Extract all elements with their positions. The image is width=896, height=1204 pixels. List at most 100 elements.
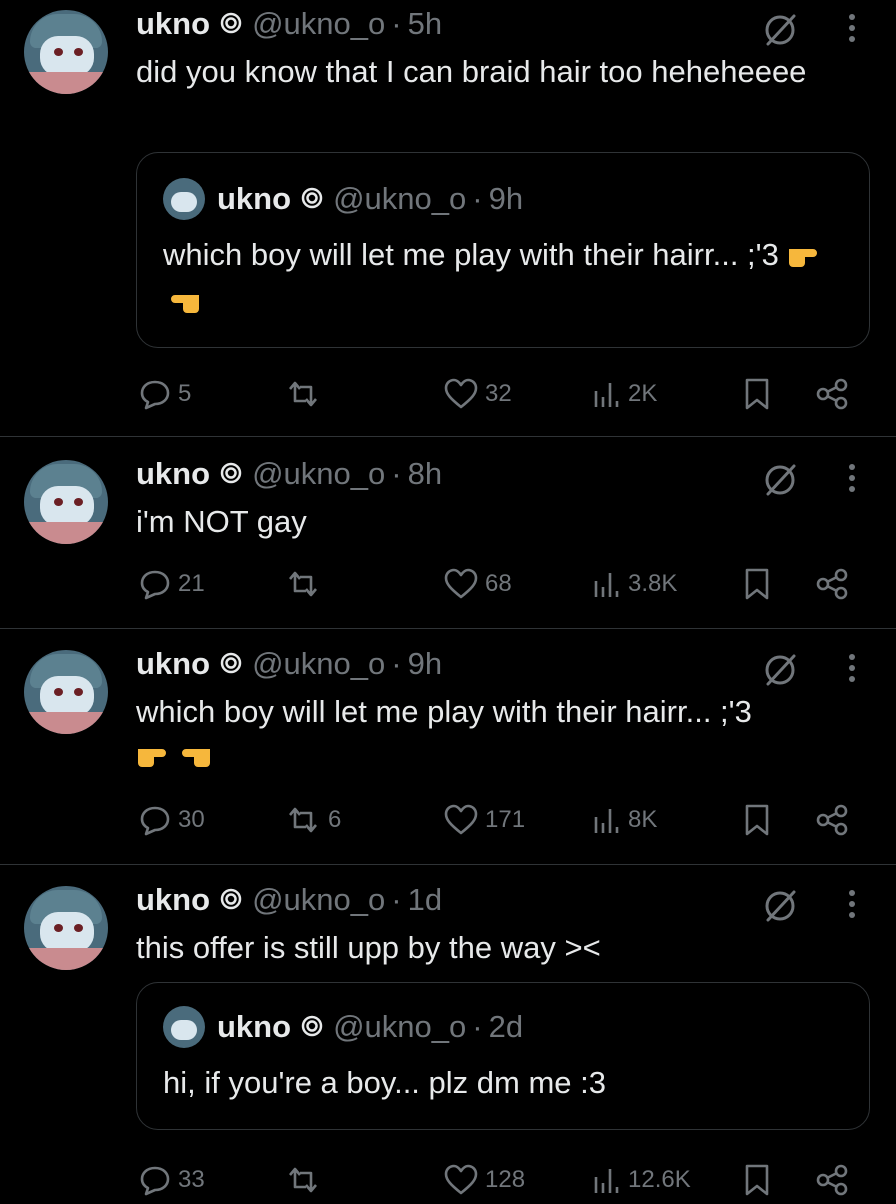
like-button[interactable]: 128 (443, 1156, 525, 1204)
more-icon[interactable] (846, 12, 858, 49)
tweet-text-content: which boy will let me play with their ha… (136, 694, 752, 729)
tweet[interactable]: ukno @ukno_o · 1d this offer is still up… (0, 876, 896, 1200)
share-icon[interactable] (814, 1156, 856, 1204)
bookmark-icon[interactable] (742, 1156, 778, 1204)
handle[interactable]: @ukno_o (252, 456, 385, 492)
timestamp[interactable]: 1d (408, 882, 442, 918)
tweet-header: ukno @ukno_o · 5h (136, 2, 442, 46)
quoted-tweet[interactable]: ukno @ukno_o · 9h which boy will let me … (136, 152, 870, 348)
views-button[interactable]: 8K (592, 796, 657, 844)
repost-button[interactable] (284, 1156, 328, 1204)
share-icon[interactable] (814, 370, 856, 418)
handle: @ukno_o (333, 1009, 467, 1044)
verified-spiral-icon (301, 1009, 323, 1045)
handle[interactable]: @ukno_o (252, 6, 385, 42)
views-button[interactable]: 3.8K (592, 560, 677, 608)
avatar[interactable] (24, 650, 108, 734)
separator-dot: · (472, 181, 483, 216)
more-icon[interactable] (846, 888, 858, 925)
avatar[interactable] (24, 886, 108, 970)
pointing-right-emoji (136, 735, 174, 778)
tweet[interactable]: ukno @ukno_o · 5h did you know that I ca… (0, 0, 896, 436)
grok-icon[interactable] (760, 886, 800, 931)
share-icon[interactable] (814, 796, 856, 844)
tweet-header: ukno @ukno_o · 1d (136, 878, 442, 922)
separator-dot: · (472, 1009, 483, 1044)
divider (0, 436, 896, 437)
separator-dot: · (391, 6, 402, 41)
repost-button[interactable]: 6 (284, 796, 341, 844)
grok-icon[interactable] (760, 10, 800, 55)
repost-count: 6 (328, 806, 342, 833)
like-count: 32 (485, 380, 512, 407)
repost-button[interactable] (284, 370, 328, 418)
display-name: ukno (217, 1009, 292, 1044)
verified-spiral-icon (220, 882, 242, 918)
display-name[interactable]: ukno (136, 6, 210, 42)
action-bar: 21 68 3.8K (0, 560, 896, 608)
handle: @ukno_o (333, 181, 467, 216)
more-icon[interactable] (846, 462, 858, 499)
quoted-tweet-text: hi, if you're a boy... plz dm me :3 (163, 1065, 606, 1100)
grok-icon[interactable] (760, 460, 800, 505)
verified-spiral-icon (220, 6, 242, 42)
separator-dot: · (391, 646, 402, 681)
timestamp[interactable]: 5h (408, 6, 442, 42)
like-button[interactable]: 32 (443, 370, 512, 418)
reply-button[interactable]: 33 (138, 1156, 205, 1204)
reply-button[interactable]: 21 (138, 560, 205, 608)
views-button[interactable]: 2K (592, 370, 657, 418)
reply-count: 33 (178, 1166, 205, 1193)
quoted-tweet-text-content: which boy will let me play with their ha… (163, 237, 779, 272)
repost-button[interactable] (284, 560, 328, 608)
views-button[interactable]: 12.6K (592, 1156, 691, 1204)
pointing-left-emoji (163, 281, 201, 324)
handle[interactable]: @ukno_o (252, 882, 385, 918)
like-button[interactable]: 171 (443, 796, 525, 844)
tweet-header: ukno @ukno_o · 9h (136, 642, 442, 686)
tweet-text: did you know that I can braid hair too h… (136, 54, 807, 89)
handle[interactable]: @ukno_o (252, 646, 385, 682)
bookmark-icon[interactable] (742, 560, 778, 608)
timestamp: 2d (488, 1009, 524, 1044)
bookmark-icon[interactable] (742, 370, 778, 418)
action-bar: 30 6 171 8K (0, 796, 896, 844)
timestamp[interactable]: 9h (408, 646, 442, 682)
like-count: 171 (485, 806, 526, 833)
tweet-text: i'm NOT gay (136, 504, 307, 539)
quoted-tweet[interactable]: ukno @ukno_o · 2d hi, if you're a boy...… (136, 982, 870, 1130)
tweet-text: which boy will let me play with their ha… (136, 690, 866, 778)
like-count: 128 (485, 1166, 526, 1193)
tweet[interactable]: ukno @ukno_o · 9h which boy will let me … (0, 640, 896, 862)
tweet[interactable]: ukno @ukno_o · 8h i'm NOT gay 21 68 3.8K (0, 450, 896, 626)
avatar[interactable] (24, 460, 108, 544)
more-icon[interactable] (846, 652, 858, 689)
bookmark-icon[interactable] (742, 796, 778, 844)
avatar[interactable] (24, 10, 108, 94)
verified-spiral-icon (301, 181, 323, 217)
reply-button[interactable]: 30 (138, 796, 205, 844)
pointing-left-emoji (174, 735, 212, 778)
grok-icon[interactable] (760, 650, 800, 695)
like-button[interactable]: 68 (443, 560, 512, 608)
tweet-header: ukno @ukno_o · 8h (136, 452, 442, 496)
action-bar: 5 32 2K (0, 370, 896, 418)
views-count: 12.6K (628, 1166, 691, 1193)
pointing-right-emoji (787, 235, 825, 278)
display-name[interactable]: ukno (136, 646, 210, 682)
action-bar: 33 128 12.6K (0, 1156, 896, 1204)
like-count: 68 (485, 570, 512, 597)
reply-button[interactable]: 5 (138, 370, 191, 418)
display-name[interactable]: ukno (136, 456, 210, 492)
reply-count: 30 (178, 806, 205, 833)
avatar (163, 178, 205, 220)
views-count: 2K (628, 380, 658, 407)
timestamp[interactable]: 8h (408, 456, 442, 492)
divider (0, 864, 896, 865)
views-count: 3.8K (628, 570, 678, 597)
avatar (163, 1006, 205, 1048)
display-name[interactable]: ukno (136, 882, 210, 918)
reply-count: 21 (178, 570, 205, 597)
share-icon[interactable] (814, 560, 856, 608)
timestamp: 9h (488, 181, 524, 216)
